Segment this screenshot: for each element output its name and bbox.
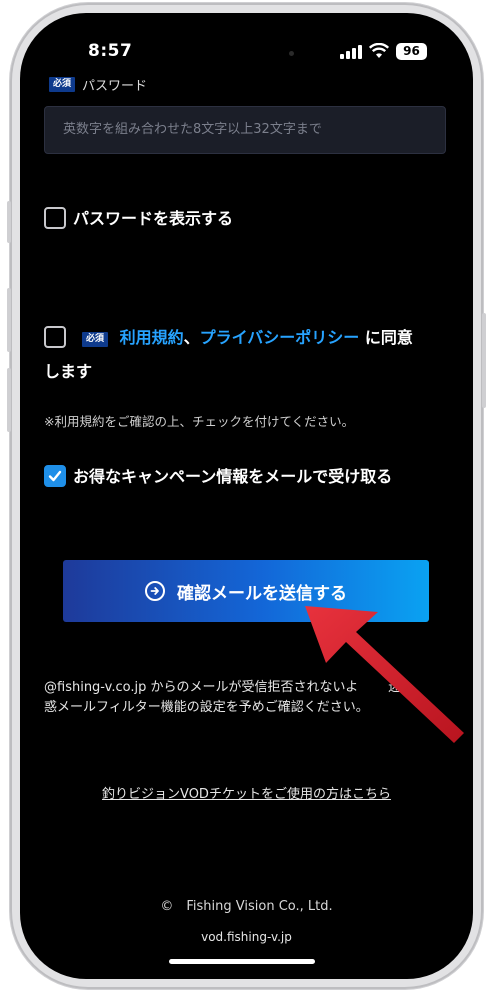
agree-suffix: に同意 [359, 328, 413, 347]
password-input[interactable]: 英数字を組み合わせた8文字以上32文字まで [44, 106, 446, 154]
status-time: 8:57 [88, 41, 133, 61]
arrow-right-circle-icon [145, 581, 165, 601]
vod-ticket-link[interactable]: 釣りビジョンVODチケットをご使用の方はこちら [20, 783, 473, 802]
agree-terms-line2: します [44, 362, 93, 381]
checkmark-icon [48, 470, 62, 482]
volume-down-button [7, 368, 11, 432]
battery-icon: 96 [396, 43, 427, 60]
show-password-checkbox[interactable] [44, 207, 66, 229]
power-button [482, 313, 486, 408]
email-filter-note-line2: 惑メールフィルター機能の設定を予めご確認ください。 [44, 700, 369, 715]
home-indicator[interactable] [169, 959, 315, 964]
agree-terms-checkbox[interactable] [44, 326, 66, 348]
password-label: パスワード [82, 78, 148, 93]
action-button [7, 201, 11, 243]
show-password-label[interactable]: パスワードを表示する [73, 205, 233, 229]
email-filter-note-line1: @fishing-v.co.jp からのメールが受信拒否されないよ [44, 680, 359, 695]
required-badge: 必須 [49, 76, 76, 92]
email-filter-note: @fishing-v.co.jp からのメールが受信拒否されないよ 迷 惑メールフ… [44, 678, 454, 718]
cellular-signal-icon [340, 45, 364, 59]
site-domain: vod.fishing-v.jp [201, 930, 292, 944]
submit-label: 確認メールを送信する [177, 583, 347, 604]
agree-note: ※利用規約をご確認の上、チェックを付けてください。 [44, 414, 355, 429]
camera-dot [289, 51, 294, 56]
agree-terms-line1: 必須 利用規約、プライバシーポリシー に同意 [82, 324, 413, 348]
copyright: © Fishing Vision Co., Ltd. [160, 899, 333, 914]
privacy-policy-link[interactable]: プライバシーポリシー [200, 328, 360, 347]
terms-link[interactable]: 利用規約 [120, 328, 184, 347]
campaign-label[interactable]: お得なキャンペーン情報をメールで受け取る [73, 463, 392, 487]
send-confirmation-email-button[interactable]: 確認メールを送信する [63, 560, 429, 622]
terms-separator: 、 [183, 328, 200, 347]
password-label-row: 必須 パスワード [49, 76, 147, 92]
campaign-checkbox[interactable] [44, 465, 66, 487]
email-filter-note-line1-end: 迷 [388, 680, 402, 695]
wifi-icon [369, 43, 389, 58]
required-badge: 必須 [82, 332, 109, 347]
volume-up-button [7, 288, 11, 352]
phone-screen: 8:57 96 必須 パスワード 英数字を組み合わせた8文字以上32文字まで パ… [20, 13, 473, 979]
